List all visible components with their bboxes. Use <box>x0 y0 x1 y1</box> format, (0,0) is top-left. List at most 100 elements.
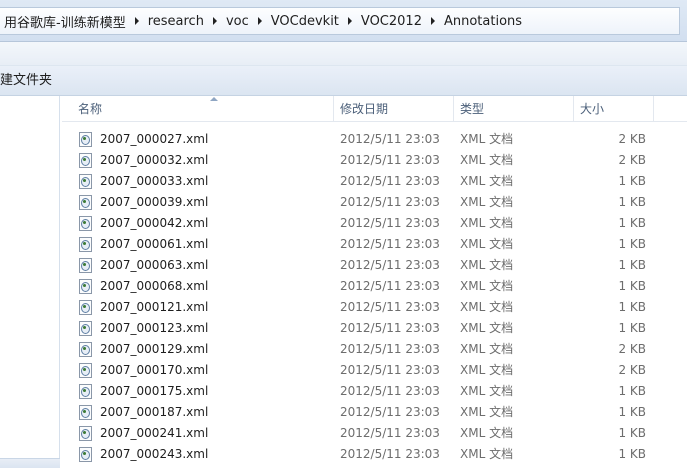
file-name: 2007_000170.xml <box>100 363 209 377</box>
file-name: 2007_000243.xml <box>100 447 209 461</box>
breadcrumb-chevron-icon[interactable] <box>208 8 222 34</box>
file-type: XML 文档 <box>460 342 514 356</box>
file-date: 2012/5/11 23:03 <box>340 321 440 335</box>
column-date-label: 修改日期 <box>340 102 389 116</box>
file-row[interactable]: 2007_000061.xml 2012/5/11 23:03 XML 文档 1 KB <box>62 234 687 255</box>
breadcrumb-item-vocdevkit[interactable]: VOCdevkit <box>267 14 343 29</box>
file-row[interactable]: 2007_000121.xml 2012/5/11 23:03 XML 文档 1 KB <box>62 297 687 318</box>
breadcrumb-chevron-icon[interactable] <box>426 8 440 34</box>
xml-document-icon <box>79 321 92 336</box>
column-type[interactable]: 类型 <box>454 96 574 122</box>
file-size: 1 KB <box>618 300 646 314</box>
file-row[interactable]: 2007_000063.xml 2012/5/11 23:03 XML 文档 1 KB <box>62 255 687 276</box>
navigation-pane-footer <box>0 458 60 468</box>
file-row[interactable]: 2007_000187.xml 2012/5/11 23:03 XML 文档 1 KB <box>62 402 687 423</box>
file-name: 2007_000129.xml <box>100 342 209 356</box>
file-row[interactable]: 2007_000039.xml 2012/5/11 23:03 XML 文档 1 KB <box>62 192 687 213</box>
toolbar <box>0 42 687 96</box>
file-date: 2012/5/11 23:03 <box>340 384 440 398</box>
column-name[interactable]: 名称 <box>72 96 334 122</box>
file-row[interactable]: 2007_000243.xml 2012/5/11 23:03 XML 文档 1 KB <box>62 444 687 465</box>
new-folder-button[interactable]: 建文件夹 <box>0 72 52 90</box>
breadcrumb-item-annotations[interactable]: Annotations <box>440 14 526 29</box>
file-row[interactable]: 2007_000129.xml 2012/5/11 23:03 XML 文档 2 KB <box>62 339 687 360</box>
breadcrumb-chevron-icon[interactable] <box>343 8 357 34</box>
file-list: 2007_000027.xml 2012/5/11 23:03 XML 文档 2 KB… <box>62 129 687 465</box>
file-date: 2012/5/11 23:03 <box>340 426 440 440</box>
xml-document-icon <box>79 384 92 399</box>
file-type: XML 文档 <box>460 405 514 419</box>
file-name: 2007_000032.xml <box>100 153 209 167</box>
file-date: 2012/5/11 23:03 <box>340 132 440 146</box>
file-date: 2012/5/11 23:03 <box>340 153 440 167</box>
xml-document-icon <box>79 132 92 147</box>
file-size: 1 KB <box>618 426 646 440</box>
file-name: 2007_000241.xml <box>100 426 209 440</box>
column-size[interactable]: 大小 <box>574 96 654 122</box>
breadcrumb[interactable]: 用谷歌库-训练新模型 research voc VOCdevkit VOC201… <box>0 7 680 35</box>
file-type: XML 文档 <box>460 258 514 272</box>
file-size: 2 KB <box>618 132 646 146</box>
column-size-label: 大小 <box>580 102 605 116</box>
file-row[interactable]: 2007_000068.xml 2012/5/11 23:03 XML 文档 1 KB <box>62 276 687 297</box>
file-name: 2007_000042.xml <box>100 216 209 230</box>
sort-ascending-icon <box>210 97 218 101</box>
file-size: 1 KB <box>618 384 646 398</box>
file-row[interactable]: 2007_000170.xml 2012/5/11 23:03 XML 文档 2 KB <box>62 360 687 381</box>
column-header: 名称 修改日期 类型 大小 <box>62 96 687 122</box>
breadcrumb-chevron-icon[interactable] <box>253 8 267 34</box>
file-type: XML 文档 <box>460 237 514 251</box>
file-name: 2007_000068.xml <box>100 279 209 293</box>
file-date: 2012/5/11 23:03 <box>340 342 440 356</box>
file-type: XML 文档 <box>460 363 514 377</box>
breadcrumb-item-voc2012[interactable]: VOC2012 <box>357 14 426 29</box>
file-row[interactable]: 2007_000033.xml 2012/5/11 23:03 XML 文档 1 KB <box>62 171 687 192</box>
file-size: 2 KB <box>618 153 646 167</box>
file-row[interactable]: 2007_000175.xml 2012/5/11 23:03 XML 文档 1 KB <box>62 381 687 402</box>
file-row[interactable]: 2007_000241.xml 2012/5/11 23:03 XML 文档 1 KB <box>62 423 687 444</box>
file-row[interactable]: 2007_000042.xml 2012/5/11 23:03 XML 文档 1 KB <box>62 213 687 234</box>
file-name: 2007_000121.xml <box>100 300 209 314</box>
file-size: 1 KB <box>618 258 646 272</box>
file-name: 2007_000039.xml <box>100 195 209 209</box>
xml-document-icon <box>79 363 92 378</box>
file-type: XML 文档 <box>460 279 514 293</box>
file-row[interactable]: 2007_000123.xml 2012/5/11 23:03 XML 文档 1 KB <box>62 318 687 339</box>
file-date: 2012/5/11 23:03 <box>340 237 440 251</box>
file-type: XML 文档 <box>460 384 514 398</box>
file-name: 2007_000175.xml <box>100 384 209 398</box>
file-row[interactable]: 2007_000032.xml 2012/5/11 23:03 XML 文档 2 KB <box>62 150 687 171</box>
file-type: XML 文档 <box>460 195 514 209</box>
xml-document-icon <box>79 279 92 294</box>
breadcrumb-item-root[interactable]: 用谷歌库-训练新模型 <box>0 12 130 31</box>
file-name: 2007_000187.xml <box>100 405 209 419</box>
xml-document-icon <box>79 258 92 273</box>
xml-document-icon <box>79 195 92 210</box>
file-size: 1 KB <box>618 237 646 251</box>
xml-document-icon <box>79 426 92 441</box>
xml-document-icon <box>79 174 92 189</box>
file-date: 2012/5/11 23:03 <box>340 174 440 188</box>
column-type-label: 类型 <box>460 102 485 116</box>
breadcrumb-item-research[interactable]: research <box>144 14 208 29</box>
file-name: 2007_000123.xml <box>100 321 209 335</box>
file-name: 2007_000063.xml <box>100 258 209 272</box>
navigation-pane[interactable] <box>0 96 60 468</box>
xml-document-icon <box>79 153 92 168</box>
xml-document-icon <box>79 216 92 231</box>
toolbar-strip <box>0 42 687 66</box>
file-name: 2007_000027.xml <box>100 132 209 146</box>
breadcrumb-item-voc[interactable]: voc <box>222 14 253 29</box>
file-type: XML 文档 <box>460 153 514 167</box>
column-date[interactable]: 修改日期 <box>334 96 454 122</box>
file-type: XML 文档 <box>460 174 514 188</box>
breadcrumb-chevron-icon[interactable] <box>130 8 144 34</box>
xml-document-icon <box>79 447 92 462</box>
file-date: 2012/5/11 23:03 <box>340 195 440 209</box>
file-date: 2012/5/11 23:03 <box>340 405 440 419</box>
file-type: XML 文档 <box>460 132 514 146</box>
file-date: 2012/5/11 23:03 <box>340 447 440 461</box>
file-row[interactable]: 2007_000027.xml 2012/5/11 23:03 XML 文档 2 KB <box>62 129 687 150</box>
address-bar: 用谷歌库-训练新模型 research voc VOCdevkit VOC201… <box>0 0 687 42</box>
xml-document-icon <box>79 300 92 315</box>
